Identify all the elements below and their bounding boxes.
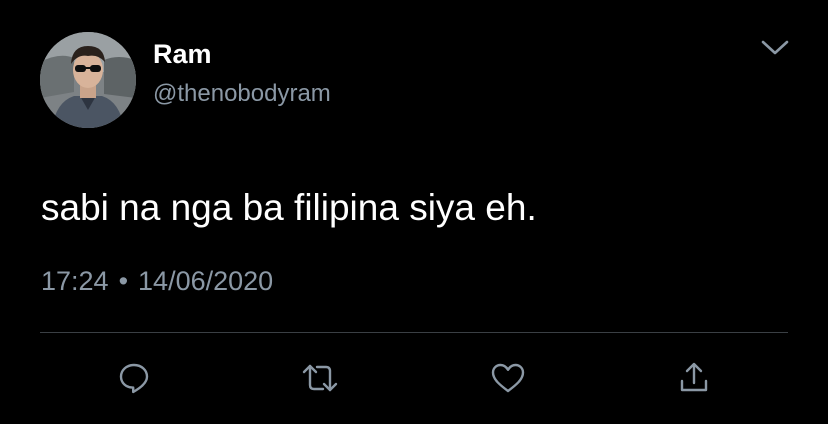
reply-icon: [119, 363, 149, 394]
divider: [40, 332, 788, 333]
tweet-text: sabi na nga ba filipina siya eh.: [41, 187, 537, 228]
share-button[interactable]: [672, 356, 716, 400]
author-handle[interactable]: @thenobodyram: [153, 80, 331, 108]
reply-button[interactable]: [112, 356, 156, 400]
timestamp-separator: •: [118, 266, 129, 296]
chevron-down-icon: [761, 40, 789, 55]
retweet-icon: [302, 364, 338, 392]
author-name[interactable]: Ram: [153, 38, 212, 70]
tweet-date: 14/06/2020: [138, 266, 274, 296]
profile-photo: [40, 32, 136, 128]
tweet-time: 17:24: [41, 266, 109, 296]
tweet-menu-button[interactable]: [752, 30, 798, 66]
like-button[interactable]: [486, 356, 530, 400]
avatar[interactable]: [40, 32, 136, 128]
heart-icon: [491, 363, 525, 393]
share-icon: [680, 362, 708, 392]
tweet-timestamp[interactable]: 17:24 • 14/06/2020: [41, 264, 273, 298]
retweet-button[interactable]: [298, 356, 342, 400]
